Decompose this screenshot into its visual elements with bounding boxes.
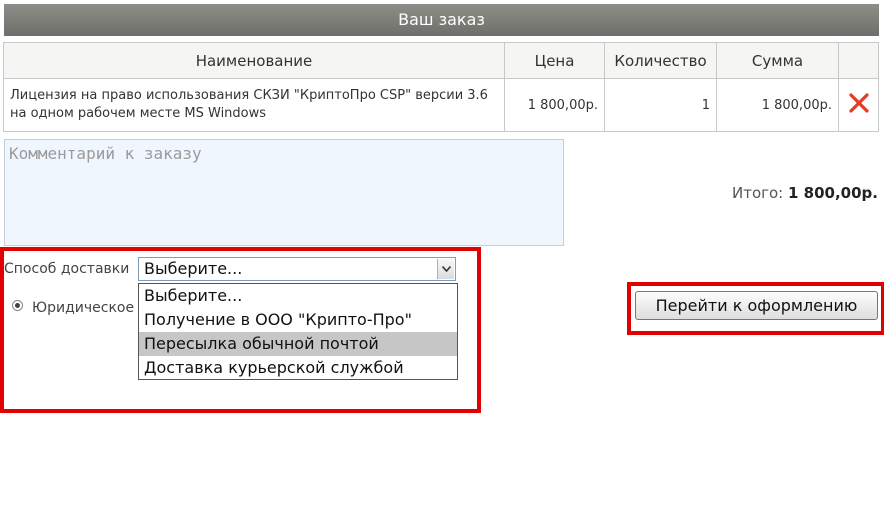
column-header-name: Наименование [3,42,505,79]
legal-entity-radio-label: Юридическое [32,300,135,316]
table-row: Лицензия на право использования СКЗИ "Кр… [3,78,879,132]
delivery-options-list: Выберите... Получение в ООО "Крипто-Про"… [138,283,458,380]
column-header-price: Цена [504,42,605,79]
table-header-row: Наименование Цена Количество Сумма [3,42,879,79]
column-header-sum: Сумма [716,42,839,79]
delivery-method-label: Способ доставки [4,261,130,277]
order-header: Ваш заказ [4,4,879,36]
delete-item-button[interactable] [838,78,879,132]
close-icon[interactable] [848,92,870,118]
delivery-option[interactable]: Получение в ООО "Крипто-Про" [139,308,457,332]
item-quantity[interactable]: 1 [604,78,717,132]
item-sum: 1 800,00р. [716,78,839,132]
order-total: Итого: 1 800,00р. [732,184,878,202]
column-header-delete [838,42,879,79]
checkout-button[interactable]: Перейти к оформлению [635,291,878,320]
item-name: Лицензия на право использования СКЗИ "Кр… [3,78,505,132]
column-header-quantity: Количество [604,42,717,79]
total-value: 1 800,00р. [788,184,878,202]
delivery-selected-value: Выберите... [144,259,243,278]
delivery-option-hovered[interactable]: Пересылка обычной почтой [139,332,457,356]
order-comment-textarea[interactable] [4,139,564,246]
order-table: Наименование Цена Количество Сумма Лицен… [3,42,879,132]
total-label: Итого: [731,184,784,202]
item-price: 1 800,00р. [504,78,605,132]
delivery-option[interactable]: Доставка курьерской службой [139,356,457,380]
delivery-method-select[interactable]: Выберите... [138,257,456,281]
delivery-option[interactable]: Выберите... [139,284,457,308]
chevron-down-icon[interactable] [437,259,454,279]
legal-entity-radio[interactable] [12,300,23,311]
